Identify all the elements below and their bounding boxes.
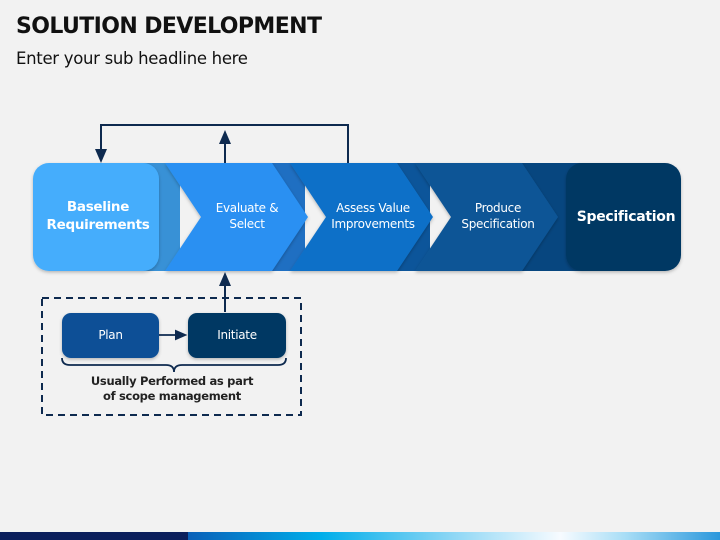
initiate-label: Initiate: [217, 327, 257, 342]
plan-label: Plan: [98, 327, 123, 342]
step-label-produce: Produce Specification: [461, 201, 535, 231]
step-label-assess: Assess Value Improvements: [331, 201, 415, 231]
scope-caption: Usually Performed as part of scope manag…: [90, 374, 254, 403]
footer-dark-segment: [0, 532, 188, 540]
step-label-specification: Specification: [576, 208, 676, 225]
step-label-evaluate: Evaluate & Select: [215, 201, 279, 231]
footer-bar: [0, 532, 720, 540]
step-label-baseline: Baseline Requirements: [46, 199, 150, 233]
footer-gradient-segment: [188, 532, 720, 540]
curly-brace: [61, 357, 287, 373]
